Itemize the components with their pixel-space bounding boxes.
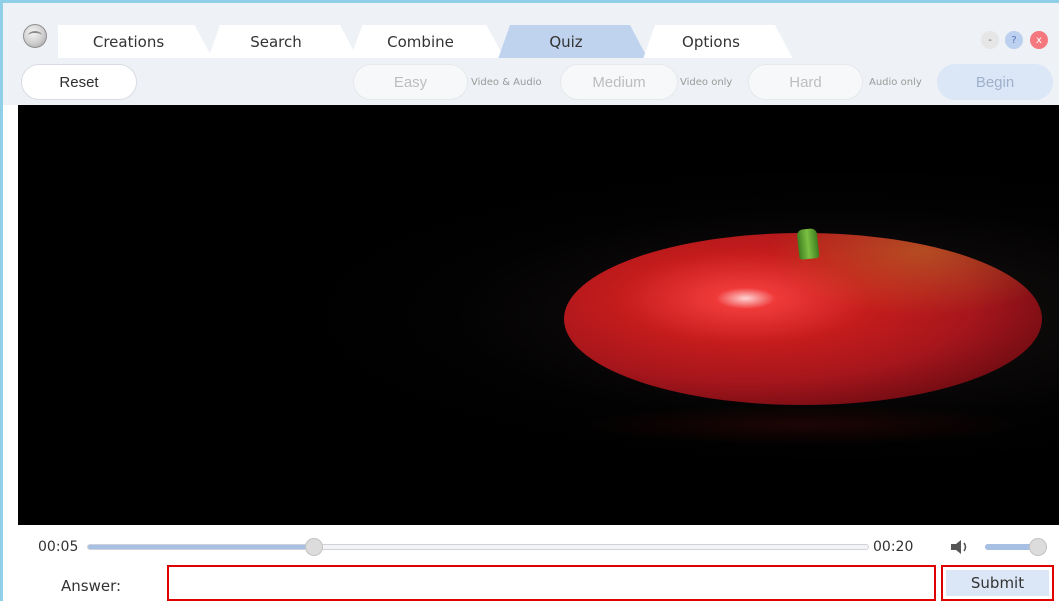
current-time: 00:05 [38, 539, 79, 555]
tab-search-label: Search [250, 33, 302, 51]
quiz-toolbar: Reset Easy Video & Audio Medium Video on… [3, 58, 1059, 105]
volume-slider[interactable] [985, 538, 1047, 556]
apple-shadow [578, 405, 1028, 445]
hard-button[interactable]: Hard [748, 64, 863, 100]
seek-slider[interactable] [87, 538, 869, 556]
help-icon: ? [1011, 34, 1017, 46]
tab-combine-label: Combine [387, 33, 454, 51]
total-time: 00:20 [873, 539, 914, 555]
submit-button[interactable]: Submit [946, 570, 1049, 596]
tab-quiz-label: Quiz [549, 33, 583, 51]
volume-icon[interactable] [949, 538, 971, 556]
medium-button[interactable]: Medium [560, 64, 678, 100]
tab-combine[interactable]: Combine [350, 25, 505, 59]
answer-input[interactable] [167, 565, 936, 601]
video-player[interactable] [18, 105, 1059, 525]
easy-button[interactable]: Easy [353, 64, 468, 100]
help-button[interactable]: ? [1005, 31, 1023, 49]
medium-hint: Video only [680, 77, 733, 88]
submit-highlight: Submit [941, 565, 1054, 601]
player-controls: 00:05 00:20 Answer: Submit [3, 525, 1059, 601]
tab-options[interactable]: Options [643, 25, 793, 59]
answer-label: Answer: [61, 577, 122, 595]
hard-hint: Audio only [869, 77, 922, 88]
minimize-button[interactable]: - [981, 31, 999, 49]
begin-button[interactable]: Begin [937, 64, 1053, 100]
close-icon: x [1036, 34, 1042, 46]
tab-bar: Creations Search Combine Quiz Options - … [3, 3, 1059, 59]
seek-thumb[interactable] [305, 538, 324, 556]
tab-creations[interactable]: Creations [58, 25, 213, 59]
tab-creations-label: Creations [92, 33, 165, 51]
apple-stem [796, 228, 820, 260]
reset-button[interactable]: Reset [21, 64, 137, 100]
easy-hint: Video & Audio [471, 77, 542, 88]
tab-quiz[interactable]: Quiz [498, 25, 648, 59]
globe-logo-icon [23, 24, 47, 48]
tab-search[interactable]: Search [208, 25, 358, 59]
seek-progress [88, 545, 315, 549]
tab-options-label: Options [682, 33, 740, 51]
app-window: Creations Search Combine Quiz Options - … [0, 0, 1059, 601]
close-button[interactable]: x [1030, 31, 1048, 49]
minimize-icon: - [988, 34, 992, 46]
volume-thumb[interactable] [1029, 538, 1047, 556]
